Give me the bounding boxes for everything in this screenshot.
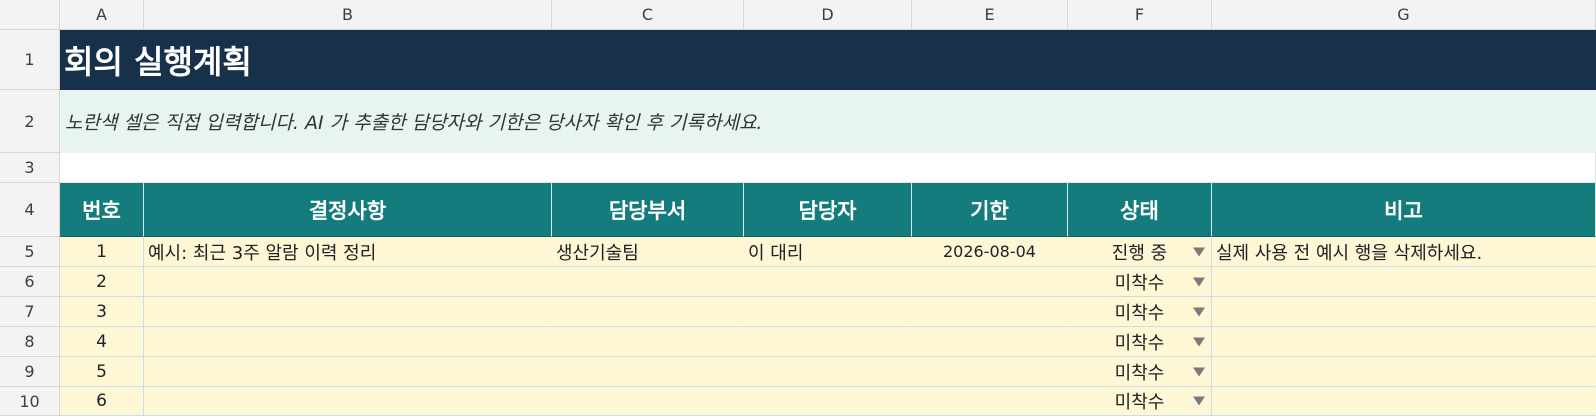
column-header-g[interactable]: G bbox=[1212, 0, 1596, 30]
due-date-cell[interactable] bbox=[912, 357, 1068, 387]
department-cell[interactable] bbox=[552, 297, 744, 327]
table-header-due-date[interactable]: 기한 bbox=[912, 183, 1068, 237]
table-header-status[interactable]: 상태 bbox=[1068, 183, 1212, 237]
remark-cell[interactable] bbox=[1212, 297, 1596, 327]
due-date-cell[interactable] bbox=[912, 267, 1068, 297]
column-header-f[interactable]: F bbox=[1068, 0, 1212, 30]
department-cell[interactable] bbox=[552, 357, 744, 387]
table-header-department[interactable]: 담당부서 bbox=[552, 183, 744, 237]
triangle-down-icon[interactable] bbox=[1193, 277, 1205, 286]
person-cell[interactable]: 이 대리 bbox=[744, 237, 912, 267]
remark-cell[interactable] bbox=[1212, 327, 1596, 357]
column-header-b[interactable]: B bbox=[144, 0, 552, 30]
column-header-d[interactable]: D bbox=[744, 0, 912, 30]
triangle-down-icon[interactable] bbox=[1193, 367, 1205, 376]
department-cell[interactable] bbox=[552, 267, 744, 297]
table-row-number[interactable]: 4 bbox=[60, 327, 144, 357]
status-dropdown[interactable]: 미착수 bbox=[1068, 357, 1212, 387]
person-cell[interactable] bbox=[744, 357, 912, 387]
remark-cell[interactable] bbox=[1212, 357, 1596, 387]
table-header-person[interactable]: 담당자 bbox=[744, 183, 912, 237]
instruction-note-cell[interactable]: 노란색 셀은 직접 입력합니다. AI 가 추출한 담당자와 기한은 당사자 확… bbox=[60, 90, 1596, 153]
table-row-number[interactable]: 2 bbox=[60, 267, 144, 297]
row-header-9[interactable]: 9 bbox=[0, 357, 60, 387]
due-date-cell[interactable] bbox=[912, 327, 1068, 357]
status-dropdown[interactable]: 미착수 bbox=[1068, 267, 1212, 297]
status-dropdown[interactable]: 미착수 bbox=[1068, 327, 1212, 357]
table-row-number[interactable]: 5 bbox=[60, 357, 144, 387]
person-cell[interactable] bbox=[744, 267, 912, 297]
triangle-down-icon[interactable] bbox=[1193, 247, 1205, 256]
decision-cell[interactable] bbox=[144, 327, 552, 357]
sheet-title-cell[interactable]: 회의 실행계획 bbox=[60, 30, 1596, 90]
person-cell[interactable] bbox=[744, 327, 912, 357]
decision-cell[interactable] bbox=[144, 387, 552, 416]
triangle-down-icon[interactable] bbox=[1193, 307, 1205, 316]
decision-cell[interactable] bbox=[144, 357, 552, 387]
department-cell[interactable]: 생산기술팀 bbox=[552, 237, 744, 267]
status-value: 미착수 bbox=[1114, 362, 1165, 384]
decision-cell[interactable] bbox=[144, 297, 552, 327]
triangle-down-icon[interactable] bbox=[1193, 337, 1205, 346]
decision-cell[interactable]: 예시: 최근 3주 알람 이력 정리 bbox=[144, 237, 552, 267]
status-dropdown[interactable]: 미착수 bbox=[1068, 387, 1212, 416]
empty-row-cell[interactable] bbox=[60, 153, 1596, 183]
row-header-3[interactable]: 3 bbox=[0, 153, 60, 183]
row-header-2[interactable]: 2 bbox=[0, 90, 60, 153]
decision-cell[interactable] bbox=[144, 267, 552, 297]
select-all-corner[interactable] bbox=[0, 0, 60, 30]
table-header-remark[interactable]: 비고 bbox=[1212, 183, 1596, 237]
person-cell[interactable] bbox=[744, 387, 912, 416]
table-header-decision[interactable]: 결정사항 bbox=[144, 183, 552, 237]
status-dropdown[interactable]: 진행 중 bbox=[1068, 237, 1212, 267]
status-value: 미착수 bbox=[1114, 332, 1165, 354]
due-date-cell[interactable] bbox=[912, 387, 1068, 416]
table-row-number[interactable]: 6 bbox=[60, 387, 144, 416]
row-header-10[interactable]: 10 bbox=[0, 387, 60, 416]
column-header-e[interactable]: E bbox=[912, 0, 1068, 30]
row-header-6[interactable]: 6 bbox=[0, 267, 60, 297]
row-header-7[interactable]: 7 bbox=[0, 297, 60, 327]
remark-cell[interactable] bbox=[1212, 267, 1596, 297]
row-header-5[interactable]: 5 bbox=[0, 237, 60, 267]
table-row-number[interactable]: 1 bbox=[60, 237, 144, 267]
status-value: 미착수 bbox=[1114, 302, 1165, 324]
remark-cell[interactable] bbox=[1212, 387, 1596, 416]
status-value: 진행 중 bbox=[1111, 242, 1168, 264]
table-row-number[interactable]: 3 bbox=[60, 297, 144, 327]
remark-cell[interactable]: 실제 사용 전 예시 행을 삭제하세요. bbox=[1212, 237, 1596, 267]
department-cell[interactable] bbox=[552, 327, 744, 357]
triangle-down-icon[interactable] bbox=[1193, 396, 1205, 406]
column-header-c[interactable]: C bbox=[552, 0, 744, 30]
status-value: 미착수 bbox=[1114, 272, 1165, 294]
column-header-a[interactable]: A bbox=[60, 0, 144, 30]
status-dropdown[interactable]: 미착수 bbox=[1068, 297, 1212, 327]
department-cell[interactable] bbox=[552, 387, 744, 416]
due-date-cell[interactable] bbox=[912, 297, 1068, 327]
status-value: 미착수 bbox=[1114, 392, 1165, 413]
person-cell[interactable] bbox=[744, 297, 912, 327]
spreadsheet-grid: A B C D E F G 1 회의 실행계획 2 노란색 셀은 직접 입력합니… bbox=[0, 0, 1596, 418]
row-header-8[interactable]: 8 bbox=[0, 327, 60, 357]
table-header-number[interactable]: 번호 bbox=[60, 183, 144, 237]
due-date-cell[interactable]: 2026-08-04 bbox=[912, 237, 1068, 267]
row-header-4[interactable]: 4 bbox=[0, 183, 60, 237]
row-header-1[interactable]: 1 bbox=[0, 30, 60, 90]
